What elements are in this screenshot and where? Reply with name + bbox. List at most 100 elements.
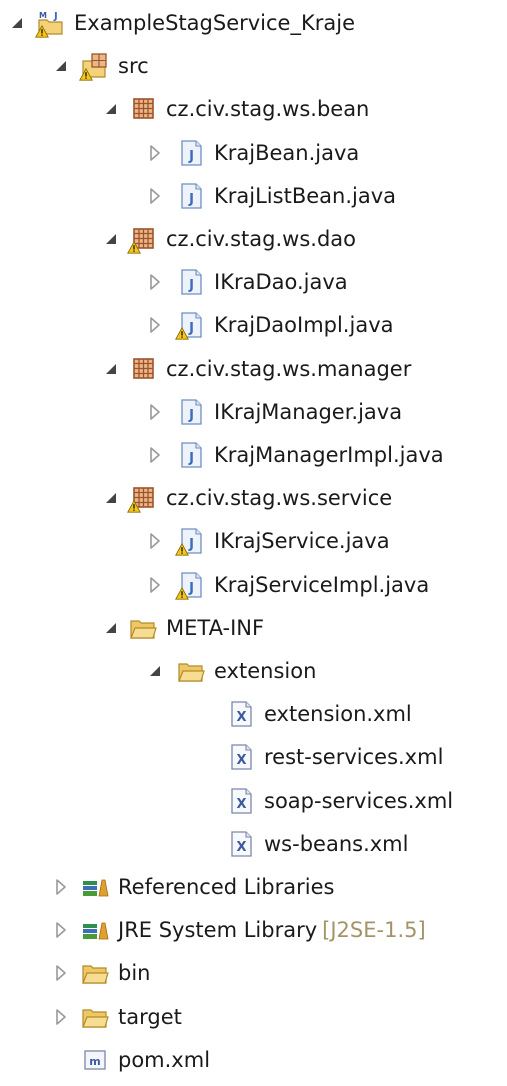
tree-item-ws-beans-xml[interactable]: Xws-beans.xml <box>0 824 507 864</box>
tree-item-ikradao-java[interactable]: J IKraDao.java <box>0 262 507 302</box>
expanded-triangle-icon[interactable] <box>100 228 122 250</box>
collapsed-triangle-icon[interactable] <box>144 574 166 596</box>
java-file-icon: J <box>176 181 206 211</box>
tree-item-label: JRE System Library [J2SE-1.5] <box>118 915 426 945</box>
tree-item-cz-civ-stag-ws-dao[interactable]: cz.civ.stag.ws.dao <box>0 219 507 259</box>
tree-item-label: IKrajService.java <box>214 526 390 556</box>
collapsed-triangle-icon[interactable] <box>50 1006 72 1028</box>
warning-icon <box>127 241 141 254</box>
collapsed-triangle-icon[interactable] <box>144 271 166 293</box>
maven-pom-icon: m <box>80 1045 110 1075</box>
tree-item-ikrajmanager-java[interactable]: J IKrajManager.java <box>0 392 507 432</box>
label-text: KrajListBean.java <box>214 183 396 208</box>
expanded-triangle-icon[interactable] <box>100 98 122 120</box>
collapsed-triangle-icon[interactable] <box>50 962 72 984</box>
expanded-triangle-icon[interactable] <box>144 660 166 682</box>
tree-item-examplestagservice-kraje[interactable]: M J ExampleStagService_Kraje <box>0 3 507 43</box>
tree-item-target[interactable]: target <box>0 997 507 1037</box>
collapsed-triangle-icon[interactable] <box>144 401 166 423</box>
collapsed-triangle-icon[interactable] <box>144 530 166 552</box>
tree-item-src[interactable]: src <box>0 46 507 86</box>
tree-item-referenced-libraries[interactable]: Referenced Libraries <box>0 867 507 907</box>
collapsed-triangle-icon[interactable] <box>50 919 72 941</box>
expanded-triangle-icon[interactable] <box>100 487 122 509</box>
expanded-triangle-icon[interactable] <box>100 617 122 639</box>
label-text: bin <box>118 961 151 986</box>
svg-text:M: M <box>39 11 47 20</box>
label-text: cz.civ.stag.ws.bean <box>166 97 370 122</box>
tree-item-label: extension.xml <box>264 699 412 729</box>
tree-item-label: cz.civ.stag.ws.service <box>166 483 392 513</box>
tree-item-meta-inf[interactable]: META-INF <box>0 608 507 648</box>
tree-item-bin[interactable]: bin <box>0 953 507 993</box>
label-text: KrajDaoImpl.java <box>214 313 394 338</box>
svg-text:J: J <box>188 408 194 423</box>
tree-item-cz-civ-stag-ws-manager[interactable]: cz.civ.stag.ws.manager <box>0 349 507 389</box>
label-text: src <box>118 54 149 79</box>
collapsed-triangle-icon[interactable] <box>144 444 166 466</box>
java-file-icon: J <box>175 570 206 600</box>
tree-item-label: cz.civ.stag.ws.dao <box>166 224 356 254</box>
tree-item-jre-system-library[interactable]: JRE System Library [J2SE-1.5] <box>0 910 507 950</box>
svg-text:X: X <box>236 753 246 768</box>
tree-item-label: extension <box>214 656 316 686</box>
tree-item-rest-services-xml[interactable]: Xrest-services.xml <box>0 737 507 777</box>
svg-text:J: J <box>188 278 194 293</box>
tree-item-krajbean-java[interactable]: J KrajBean.java <box>0 133 507 173</box>
collapsed-triangle-icon[interactable] <box>144 314 166 336</box>
tree-item-cz-civ-stag-ws-bean[interactable]: cz.civ.stag.ws.bean <box>0 89 507 129</box>
tree-item-label: bin <box>118 958 150 988</box>
tree-item-label: rest-services.xml <box>264 742 443 772</box>
tree-item-label: IKrajManager.java <box>214 397 402 427</box>
folder-icon <box>80 958 110 988</box>
label-text: cz.civ.stag.ws.manager <box>166 356 412 381</box>
svg-text:J: J <box>188 149 194 164</box>
tree-item-soap-services-xml[interactable]: Xsoap-services.xml <box>0 781 507 821</box>
tree-item-cz-civ-stag-ws-service[interactable]: cz.civ.stag.ws.service <box>0 478 507 518</box>
tree-item-ikrajservice-java[interactable]: J IKrajService.java <box>0 521 507 561</box>
tree-item-extension-xml[interactable]: Xextension.xml <box>0 694 507 734</box>
tree-item-label: KrajDaoImpl.java <box>214 310 393 340</box>
tree-item-krajmanagerimpl-java[interactable]: J KrajManagerImpl.java <box>0 435 507 475</box>
svg-text:J: J <box>53 11 58 22</box>
svg-text:m: m <box>89 1055 100 1068</box>
package-icon <box>127 224 158 254</box>
tree-item-label: pom.xml <box>118 1045 210 1075</box>
svg-text:X: X <box>236 710 246 725</box>
library-icon <box>80 915 110 945</box>
tree-item-krajserviceimpl-java[interactable]: J KrajServiceImpl.java <box>0 565 507 605</box>
label-text: target <box>118 1004 182 1029</box>
tree-item-label: KrajServiceImpl.java <box>214 570 429 600</box>
collapsed-triangle-icon[interactable] <box>144 142 166 164</box>
tree-item-label: KrajListBean.java <box>214 181 396 211</box>
tree-item-krajlistbean-java[interactable]: J KrajListBean.java <box>0 176 507 216</box>
folder-icon <box>80 1002 110 1032</box>
tree-item-label: soap-services.xml <box>264 786 453 816</box>
folder-icon <box>128 613 158 643</box>
package-icon <box>128 94 158 124</box>
tree-item-label: Referenced Libraries <box>118 872 334 902</box>
expanded-triangle-icon[interactable] <box>6 12 28 34</box>
java-file-icon: J <box>176 138 206 168</box>
tree-item-label: ExampleStagService_Kraje <box>74 8 355 38</box>
tree-item-krajdaoimpl-java[interactable]: J KrajDaoImpl.java <box>0 305 507 345</box>
folder-icon <box>176 656 206 686</box>
label-text: IKraDao.java <box>214 270 348 295</box>
java-file-icon: J <box>176 397 206 427</box>
expanded-triangle-icon[interactable] <box>50 55 72 77</box>
package-icon <box>128 354 158 384</box>
label-text: cz.civ.stag.ws.dao <box>166 227 356 251</box>
xml-file-icon: X <box>226 699 256 729</box>
expanded-triangle-icon[interactable] <box>100 358 122 380</box>
tree-item-label: ws-beans.xml <box>264 829 408 859</box>
tree-item-extension[interactable]: extension <box>0 651 507 691</box>
tree-item-label: KrajBean.java <box>214 138 359 168</box>
collapsed-triangle-icon[interactable] <box>144 185 166 207</box>
project-explorer-tree: M J ExampleStagService_Kraje src cz.civ.stag… <box>0 0 507 1086</box>
tree-item-pom-xml[interactable]: m pom.xml <box>0 1040 507 1080</box>
tree-item-label: cz.civ.stag.ws.bean <box>166 94 369 124</box>
warning-icon <box>175 327 189 341</box>
label-text: KrajManagerImpl.java <box>214 443 444 467</box>
collapsed-triangle-icon[interactable] <box>50 876 72 898</box>
xml-file-icon: X <box>226 829 256 859</box>
